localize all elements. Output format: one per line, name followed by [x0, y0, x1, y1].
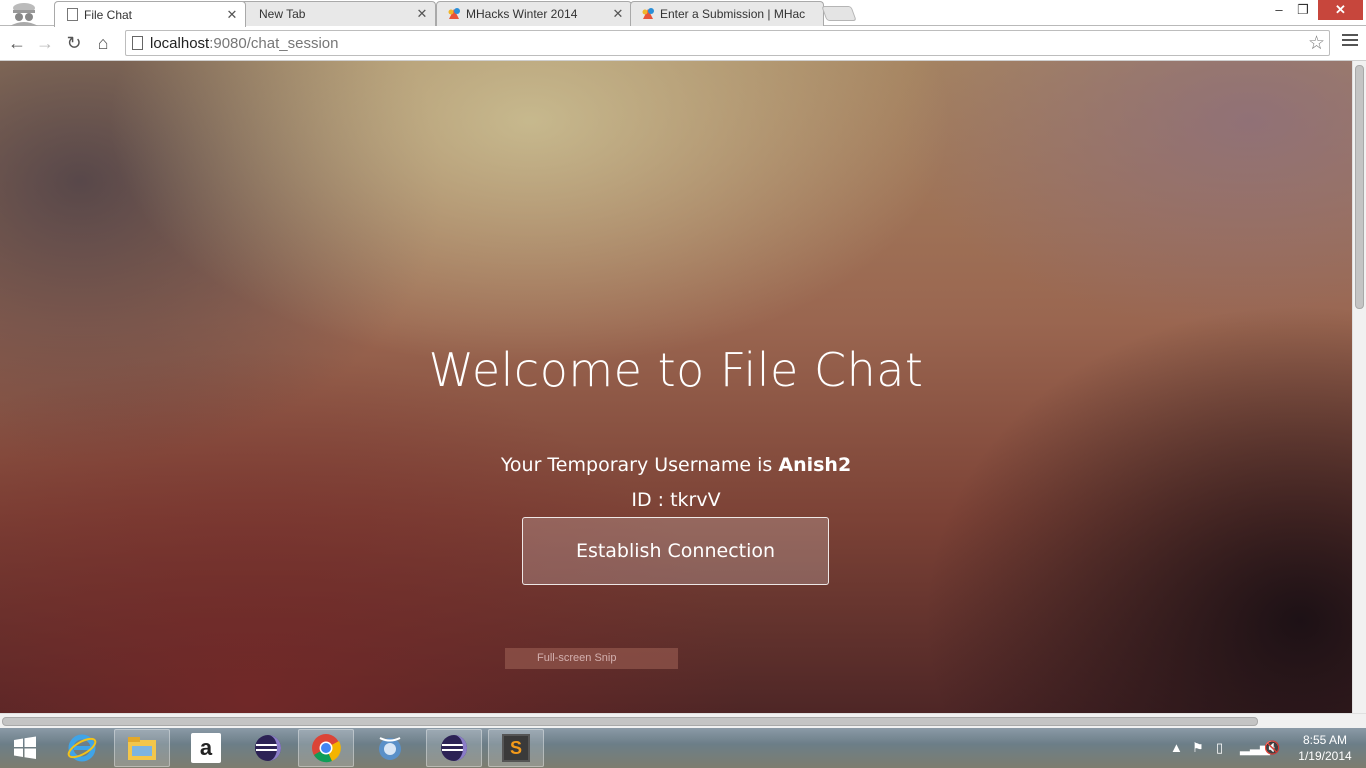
- restore-icon[interactable]: ❐: [1292, 0, 1314, 20]
- battery-icon[interactable]: ▯: [1216, 740, 1223, 756]
- close-tab-icon[interactable]: ✕: [225, 7, 239, 23]
- new-tab-button[interactable]: [821, 6, 857, 21]
- url-host: localhost: [150, 35, 210, 52]
- url-path: :9080/chat_session: [209, 35, 339, 52]
- media-icon[interactable]: [362, 729, 418, 767]
- vertical-scrollbar[interactable]: [1352, 61, 1366, 713]
- page-icon: [132, 36, 143, 50]
- page-title: Welcome to File Chat: [428, 343, 924, 397]
- tab-new-tab[interactable]: New Tab ✕: [240, 1, 436, 26]
- establish-connection-button[interactable]: Establish Connection: [522, 517, 829, 585]
- forward-icon[interactable]: →: [34, 32, 56, 54]
- close-tab-icon[interactable]: ✕: [611, 6, 625, 22]
- incognito-icon: [4, 0, 44, 26]
- tab-label: Enter a Submission | MHac: [660, 7, 806, 21]
- username-prefix: Your Temporary Username is: [500, 454, 779, 476]
- tab-strip: File Chat ✕ New Tab ✕ MHacks Winter 2014…: [0, 0, 1366, 27]
- clock-date: 1/19/2014: [1298, 749, 1352, 763]
- tab-label: New Tab: [259, 7, 306, 21]
- mhacks-icon: [641, 7, 655, 21]
- tab-mhacks[interactable]: MHacks Winter 2014 ✕: [436, 1, 632, 26]
- tab-file-chat[interactable]: File Chat ✕: [54, 1, 246, 27]
- action-center-flag-icon[interactable]: ⚑: [1192, 740, 1204, 756]
- internet-explorer-icon[interactable]: [54, 729, 110, 767]
- vertical-scroll-thumb[interactable]: [1355, 65, 1364, 309]
- minimize-icon[interactable]: –: [1268, 0, 1290, 20]
- show-hidden-icons[interactable]: ▲: [1170, 740, 1183, 755]
- file-explorer-icon[interactable]: [114, 729, 170, 767]
- back-icon[interactable]: ←: [6, 32, 28, 54]
- horizontal-scroll-thumb[interactable]: [2, 717, 1258, 726]
- close-tab-icon[interactable]: ✕: [415, 6, 429, 22]
- start-icon[interactable]: [0, 729, 50, 767]
- page-icon: [65, 8, 79, 22]
- system-clock[interactable]: 8:55 AM 1/19/2014: [1290, 732, 1360, 764]
- home-icon[interactable]: ⌂: [92, 32, 114, 54]
- reload-icon[interactable]: ↻: [63, 32, 85, 54]
- username-line: Your Temporary Username is Anish2: [0, 454, 1352, 476]
- browser-chrome: File Chat ✕ New Tab ✕ MHacks Winter 2014…: [0, 0, 1366, 61]
- eclipse-icon[interactable]: [426, 729, 482, 767]
- sublime-text-icon[interactable]: S: [488, 729, 544, 767]
- menu-icon[interactable]: [1342, 34, 1358, 49]
- taskbar: a S ▲ ⚑ ▯ ▂▃▅ 🔇 8:55 AM 1/19/2014: [0, 728, 1366, 768]
- eclipse-icon[interactable]: [240, 729, 296, 767]
- address-bar[interactable]: localhost:9080/chat_session ☆: [125, 30, 1330, 56]
- username-value: Anish2: [778, 454, 852, 476]
- session-id: ID : tkrvV: [631, 489, 721, 511]
- snip-overlay: Full-screen Snip: [505, 648, 678, 669]
- tab-label: File Chat: [84, 7, 133, 22]
- bookmark-star-icon[interactable]: ☆: [1308, 32, 1325, 55]
- close-window-icon[interactable]: ✕: [1318, 0, 1363, 20]
- clock-time: 8:55 AM: [1302, 733, 1348, 747]
- url-text: localhost:9080/chat_session: [150, 35, 338, 52]
- chrome-icon[interactable]: [298, 729, 354, 767]
- amazon-icon[interactable]: a: [178, 729, 234, 767]
- horizontal-scrollbar[interactable]: [0, 713, 1366, 728]
- page-content: Welcome to File Chat Your Temporary User…: [0, 61, 1352, 713]
- tab-enter-submission[interactable]: Enter a Submission | MHac: [630, 1, 824, 26]
- browser-toolbar: ← → ↻ ⌂ localhost:9080/chat_session ☆: [0, 26, 1366, 61]
- volume-muted-icon[interactable]: 🔇: [1264, 740, 1280, 756]
- mhacks-icon: [447, 7, 461, 21]
- tab-label: MHacks Winter 2014: [466, 7, 578, 21]
